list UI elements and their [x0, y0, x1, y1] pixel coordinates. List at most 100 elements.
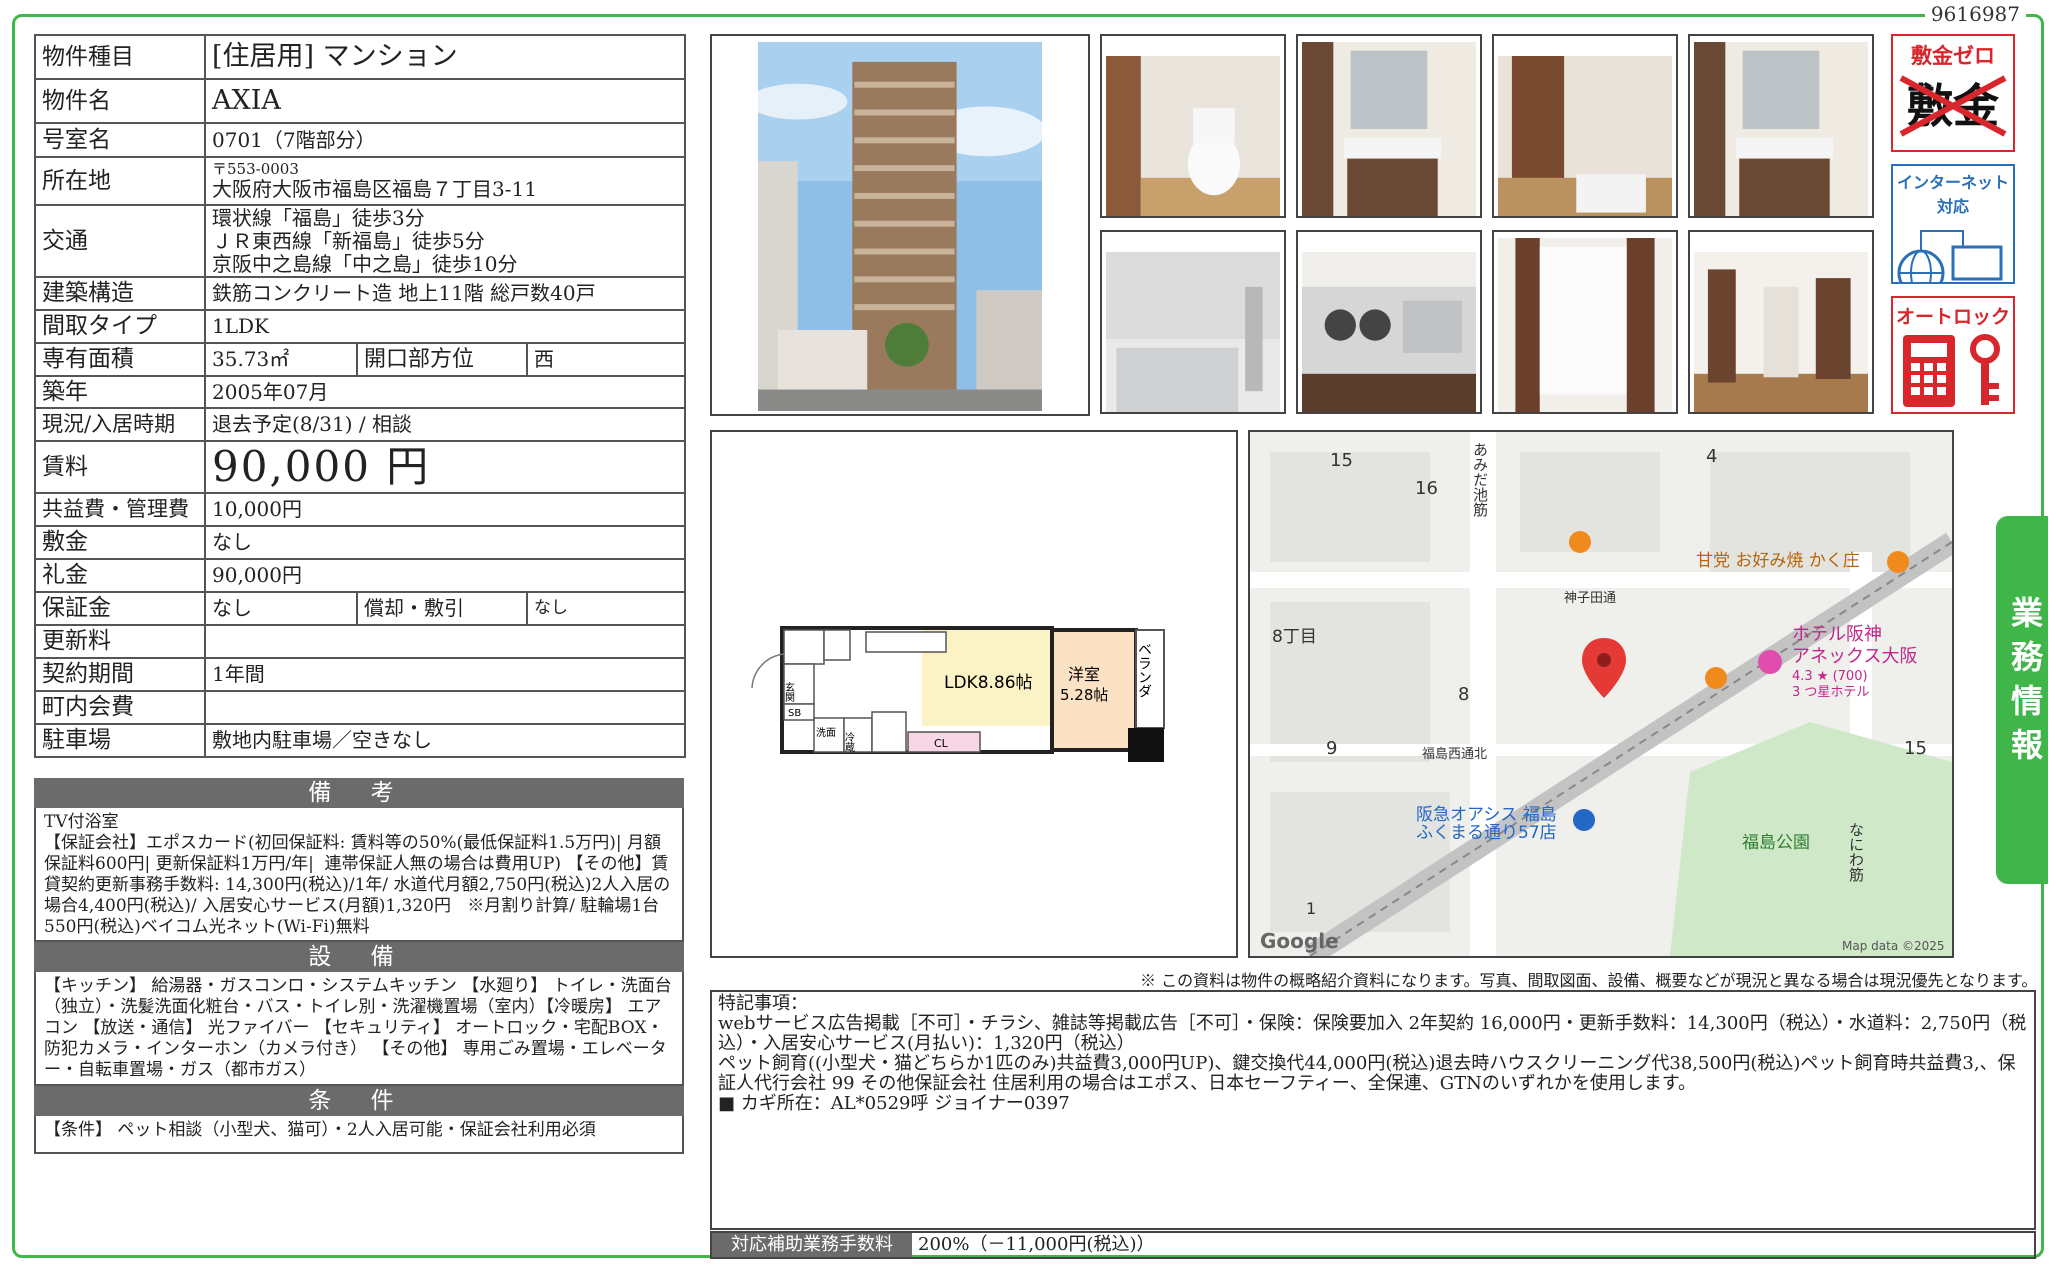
google-logo: Google: [1260, 929, 1339, 953]
parking-label: 駐車場: [34, 723, 206, 758]
status-value: 退去予定(8/31) / 相談: [203, 407, 687, 442]
map-data-credit: Map data ©2025: [1842, 939, 1945, 953]
conditions-heading: 条 件: [34, 1086, 684, 1116]
closet-label: CL: [934, 737, 949, 750]
renewal-label: 更新料: [34, 624, 206, 659]
map-block-label: 15: [1330, 450, 1353, 471]
park-label: 福島公園: [1742, 833, 1810, 853]
closet-photo: [1492, 230, 1678, 414]
washbasin-photo-1: [1296, 34, 1482, 218]
amortize-label: 償却・敷引: [356, 591, 528, 626]
laundry-space-image: [1498, 56, 1672, 216]
type-label: 物件種目: [34, 34, 206, 80]
support-fee-value: 200%（－11,000円(税込)）: [918, 1234, 1155, 1255]
autolock-badge: オートロック: [1891, 296, 2015, 414]
hotel-class: 3 つ星ホテル: [1792, 685, 1869, 700]
conditions-text: 【条件】 ペット相談（小型犬、猫可）・2人入居可能・保証会社利用必須: [34, 1116, 684, 1154]
internet-title: インターネット対応: [1896, 173, 2009, 216]
autolock-title: オートロック: [1895, 306, 2010, 328]
hotel-label[interactable]: ホテル阪神: [1792, 624, 1882, 645]
map-block-label: 1: [1306, 899, 1316, 918]
transport-line: 京阪中之島線「中之島」徒歩10分: [212, 251, 518, 276]
guarantee-value: なし: [204, 591, 358, 626]
deposit-value: なし: [203, 525, 687, 560]
kitchen-stove-image: [1302, 252, 1476, 412]
location-map[interactable]: 15 16 4 8丁目 8 9 15 1 あみだ池筋 なにわ筋 神子田通 福島西…: [1248, 430, 1954, 958]
postal-code: 〒553-0003: [212, 159, 299, 178]
renewal-value: [203, 624, 687, 659]
business-info-tab[interactable]: 業務情報: [1996, 516, 2048, 884]
building-exterior-image: [758, 42, 1042, 412]
property-info-table: 物件種目 [住居用] マンション 物件名 AXIA 号室名 0701（7階部分）…: [34, 34, 687, 758]
contract-label: 契約期間: [34, 657, 206, 692]
restaurant-icon[interactable]: [1569, 531, 1591, 553]
laundry-photo: [1492, 34, 1678, 218]
town-fee-label: 町内会費: [34, 690, 206, 725]
store-label[interactable]: ふくまる通り57店: [1416, 823, 1557, 843]
bathroom-photo: [1100, 230, 1286, 414]
structure-value: 鉄筋コンクリート造 地上11階 総戸数40戸: [203, 276, 687, 311]
equipment-heading: 設 備: [34, 942, 684, 972]
status-label: 現況/入居時期: [34, 407, 206, 442]
toilet-image: [1106, 56, 1280, 216]
structure-label: 建築構造: [34, 276, 206, 311]
deposit-zero-badge: 敷金ゼロ 敷金: [1891, 34, 2015, 152]
rent-value: 90,000 円: [203, 440, 687, 494]
intersection-label: 福島西通北: [1422, 747, 1487, 762]
internet-badge: インターネット対応: [1891, 164, 2015, 284]
floorplan-drawing: LDK8.86帖 洋室 5.28帖 ベランダ CL SB 洗面 玄関 冷蔵: [751, 626, 1165, 762]
restaurant-poi-label[interactable]: 甘党 お好み焼 かく庄: [1696, 551, 1860, 571]
floorplan: LDK8.86帖 洋室 5.28帖 ベランダ CL SB 洗面 玄関 冷蔵: [710, 430, 1238, 958]
disclaimer: ※ この資料は物件の概略紹介資料になります。写真、間取図面、設備、概要などが現況…: [1140, 971, 2038, 990]
equipment-text: 【キッチン】 給湯器・ガスコンロ・システムキッチン 【水廻り】 トイレ・洗面台（…: [34, 972, 684, 1086]
fridge-label: 冷蔵: [843, 731, 855, 753]
remarks-text: TV付浴室 【保証会社】エポスカード(初回保証料: 賃料等の50%(最低保証料1…: [34, 808, 684, 942]
restaurant-icon[interactable]: [1705, 667, 1727, 689]
special-notes-line: ■ カギ所在：AL*0529呼 ジョイナー0397: [718, 1093, 1070, 1114]
room-label: 号室名: [34, 122, 206, 158]
room-photo: [1688, 230, 1874, 414]
intersection-label: 神子田通: [1564, 591, 1616, 606]
fee-label: 共益費・管理費: [34, 492, 206, 527]
transport-line: ＪＲ東西線「新福島」徒歩5分: [212, 228, 485, 253]
transport-line: 環状線「福島」徒歩3分: [212, 205, 425, 230]
room-value: 0701（7階部分）: [203, 122, 687, 158]
contract-value: 1年間: [203, 657, 687, 692]
entrance-label: 玄関: [783, 681, 795, 703]
autolock-keypad-key-icon: [1903, 334, 2000, 407]
store-label[interactable]: 阪急オアシス 福島: [1416, 805, 1557, 825]
fee-value: 10,000円: [203, 492, 687, 527]
name-value: AXIA: [203, 78, 687, 124]
address-label: 所在地: [34, 156, 206, 206]
map-block-label: 9: [1326, 738, 1337, 759]
transport-cell: 環状線「福島」徒歩3分 ＪＲ東西線「新福島」徒歩5分 京阪中之島線「中之島」徒歩…: [203, 204, 687, 278]
hotel-icon[interactable]: [1758, 650, 1782, 674]
shopping-cart-icon[interactable]: [1573, 809, 1595, 831]
hotel-label[interactable]: アネックス大阪: [1792, 646, 1917, 667]
hotel-rating: 4.3 ★ (700): [1792, 669, 1868, 684]
deposit-label: 敷金: [34, 525, 206, 560]
address-value: 大阪府大阪市福島区福島７丁目3-11: [212, 177, 537, 202]
living-room-image: [1694, 252, 1868, 412]
washbasin-image: [1302, 42, 1476, 216]
rent-label: 賃料: [34, 440, 206, 494]
special-notes-line: webサービス広告掲載［不可］・チラシ、雑誌等掲載広告［不可］・保険：保険要加入…: [718, 1013, 2027, 1054]
map-canvas[interactable]: 15 16 4 8丁目 8 9 15 1 あみだ池筋 なにわ筋 神子田通 福島西…: [1250, 432, 1952, 956]
key-money-value: 90,000円: [203, 558, 687, 593]
layout-value: 1LDK: [203, 309, 687, 344]
remarks-heading: 備 考: [34, 778, 684, 808]
street-label-naniwa: なにわ筋: [1847, 822, 1865, 883]
address-cell: 〒553-0003 大阪府大阪市福島区福島７丁目3-11: [203, 156, 687, 206]
special-notes: 特記事項： webサービス広告掲載［不可］・チラシ、雑誌等掲載広告［不可］・保険…: [710, 990, 2036, 1230]
map-area-label: 8丁目: [1272, 627, 1317, 647]
orientation-label: 開口部方位: [356, 342, 528, 377]
special-notes-title: 特記事項：: [718, 993, 808, 1014]
restaurant-icon[interactable]: [1887, 551, 1909, 573]
bathtub-image: [1106, 252, 1280, 412]
street-label-amidaike: あみだ池筋: [1471, 442, 1489, 518]
built-label: 築年: [34, 375, 206, 409]
area-label: 専有面積: [34, 342, 206, 377]
area-value: 35.73㎡: [204, 342, 358, 377]
special-notes-line: ペット飼育((小型犬・猫どちらか1匹のみ)共益費3,000円UP)、鍵交換代44…: [718, 1053, 2016, 1094]
toilet-photo: [1100, 34, 1286, 218]
